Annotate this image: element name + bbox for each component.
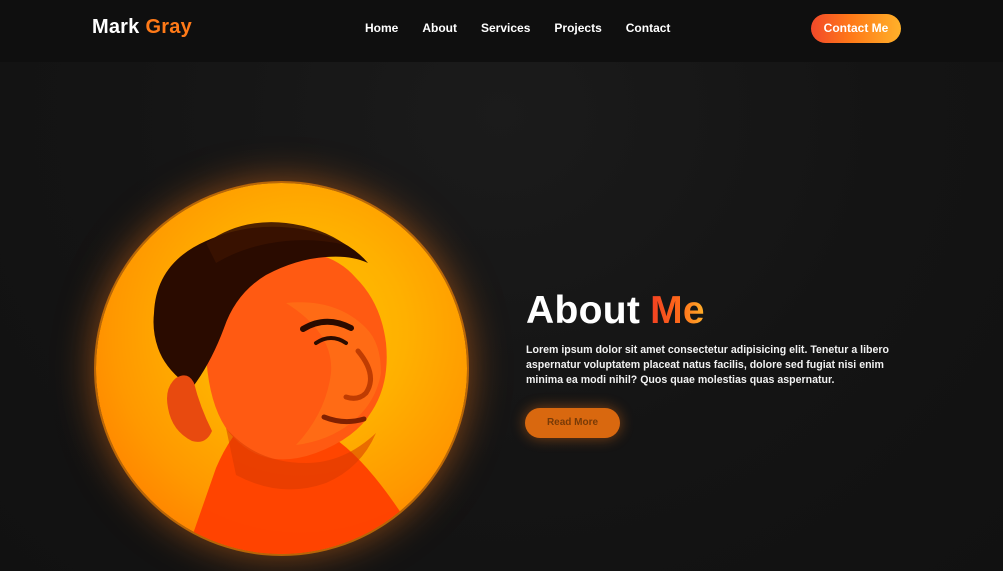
- site-header: Mark Gray Home About Services Projects Co…: [0, 0, 1003, 62]
- brand-first-name: Mark: [92, 16, 140, 38]
- nav-about[interactable]: About: [422, 21, 457, 35]
- portrait-photo: [96, 183, 467, 554]
- nav-services[interactable]: Services: [481, 21, 530, 35]
- portrait-illustration: [153, 222, 426, 554]
- nav-contact[interactable]: Contact: [626, 21, 671, 35]
- about-title: About Me: [526, 289, 705, 333]
- about-paragraph: Lorem ipsum dolor sit amet consectetur a…: [526, 344, 890, 387]
- read-more-button[interactable]: Read More: [525, 408, 620, 438]
- nav-home[interactable]: Home: [365, 21, 398, 35]
- brand-last-name: Gray: [145, 16, 192, 38]
- about-title-word-2: Me: [650, 289, 705, 332]
- about-title-word-1: About: [526, 289, 641, 332]
- nav-projects[interactable]: Projects: [554, 21, 601, 35]
- brand-logo[interactable]: Mark Gray: [92, 16, 192, 39]
- main-nav: Home About Services Projects Contact: [365, 21, 670, 35]
- contact-me-button[interactable]: Contact Me: [811, 14, 901, 43]
